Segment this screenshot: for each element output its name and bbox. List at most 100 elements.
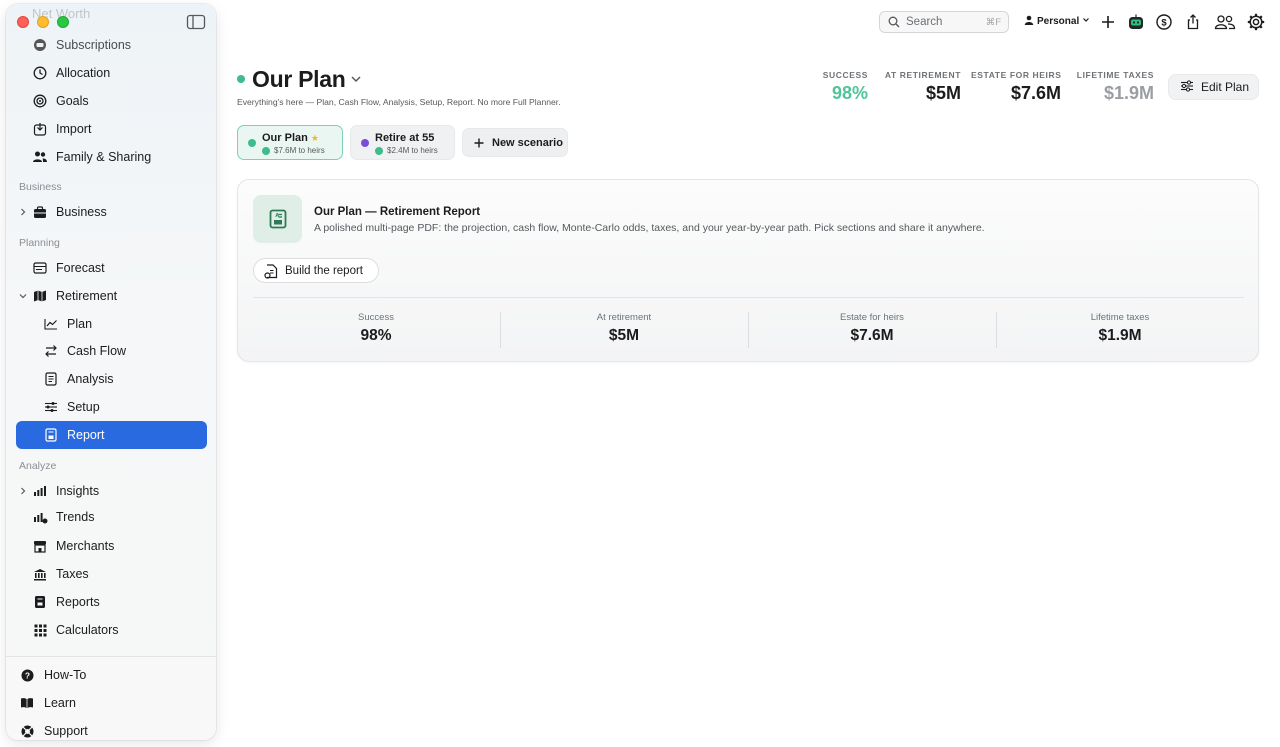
kpi-label: LIFETIME TAXES <box>1076 70 1154 80</box>
sidebar-item-trends[interactable]: Trends <box>16 503 207 531</box>
sidebar-item-label: Report <box>67 428 105 442</box>
kpi-at-retirement: AT RETIREMENT $5M <box>883 70 961 104</box>
chevron-down-icon[interactable] <box>18 291 28 301</box>
subscriptions-icon <box>32 37 48 53</box>
target-icon <box>32 93 48 109</box>
check-circle-icon <box>375 146 383 155</box>
star-icon: ★ <box>310 133 319 143</box>
sidebar-item-label: Reports <box>56 595 100 609</box>
sidebar-item-merchants[interactable]: Merchants <box>16 532 207 560</box>
forecast-icon <box>32 260 48 276</box>
sidebar-item-label: Cash Flow <box>67 344 127 358</box>
reports-icon <box>32 594 48 610</box>
footer-item-how-to[interactable]: ? How-To <box>20 663 86 687</box>
footer-item-label: How-To <box>44 668 87 682</box>
sidebar-footer: ? How-To Learn Support <box>6 656 216 740</box>
sliders-icon <box>1180 80 1194 94</box>
sidebar-item-label: Plan <box>67 317 93 331</box>
sidebar-item-cash-flow[interactable]: Cash Flow <box>16 337 207 365</box>
sidebar-item-goals[interactable]: Goals <box>16 87 207 115</box>
scenario-tab-retire-at-55[interactable]: Retire at 55 $2.4M to heirs <box>350 125 455 160</box>
scenario-meta-text: $7.6M to heirs <box>274 146 325 155</box>
report-description: A polished multi-page PDF: the projectio… <box>314 222 985 234</box>
sidebar-item-label: Merchants <box>56 539 115 553</box>
map-icon <box>32 288 48 304</box>
sliders-icon <box>43 399 59 415</box>
kpi-value: $1.9M <box>1103 83 1154 103</box>
arrows-swap-icon <box>43 343 59 359</box>
minimize-window-button[interactable] <box>37 16 49 28</box>
footer-item-learn[interactable]: Learn <box>20 691 76 715</box>
plan-status-dot <box>237 75 245 83</box>
stat-value: $7.6M <box>850 327 894 344</box>
gear-icon[interactable] <box>1247 13 1265 31</box>
currency-refresh-icon[interactable]: $ <box>1155 13 1173 31</box>
report-icon <box>43 427 59 443</box>
page-title[interactable]: Our Plan <box>252 66 346 93</box>
scenario-name-text: Our Plan <box>262 132 308 144</box>
profile-label: Personal <box>1037 16 1080 27</box>
assistant-robot-icon[interactable] <box>1127 13 1145 31</box>
book-icon <box>20 696 34 710</box>
new-scenario-label: New scenario <box>492 136 563 149</box>
stat-label: Success <box>358 312 394 323</box>
zoom-window-button[interactable] <box>57 16 69 28</box>
sidebar-item-label: Insights <box>56 484 100 498</box>
plus-icon <box>473 137 485 149</box>
sidebar-item-subscriptions[interactable]: Subscriptions <box>16 31 207 59</box>
stat-label: At retirement <box>596 312 652 323</box>
share-icon[interactable] <box>1184 13 1202 31</box>
sidebar-item-taxes[interactable]: Taxes <box>16 560 207 588</box>
sidebar-item-label: Trends <box>56 510 95 524</box>
briefcase-icon <box>32 204 48 220</box>
scenario-dot <box>248 139 256 147</box>
sidebar-item-family-sharing[interactable]: Family & Sharing <box>16 143 207 171</box>
add-icon[interactable] <box>1099 13 1117 31</box>
section-label-planning: Planning <box>19 237 60 249</box>
build-report-button[interactable]: Build the report <box>253 258 379 283</box>
sidebar-item-insights[interactable]: Insights <box>16 477 207 505</box>
line-chart-icon <box>43 316 59 332</box>
kpi-value: $5M <box>925 83 961 103</box>
family-people-icon[interactable] <box>1213 13 1237 31</box>
sidebar-toggle-icon[interactable] <box>186 14 206 30</box>
sidebar-item-label: Forecast <box>56 261 105 275</box>
sidebar-item-retirement[interactable]: Retirement <box>16 282 207 310</box>
sidebar-item-report[interactable]: Report <box>16 421 207 449</box>
sidebar-item-setup[interactable]: Setup <box>16 393 207 421</box>
sidebar-item-plan[interactable]: Plan <box>16 310 207 338</box>
chevron-right-icon[interactable] <box>18 207 28 217</box>
report-stat-estate-for-heirs: Estate for heirs $7.6M <box>748 312 996 345</box>
edit-plan-button[interactable]: Edit Plan <box>1168 74 1259 100</box>
sidebar-item-label: Goals <box>56 94 89 108</box>
stat-label: Lifetime taxes <box>1090 312 1150 323</box>
sidebar-item-calculators[interactable]: Calculators <box>16 616 207 644</box>
chevron-right-icon[interactable] <box>18 486 28 496</box>
sidebar-item-import[interactable]: Import <box>16 115 207 143</box>
people-icon <box>32 149 48 165</box>
search-input[interactable]: Search ⌘F <box>879 11 1009 33</box>
profile-switcher[interactable]: Personal <box>1024 15 1090 28</box>
sidebar-item-business[interactable]: Business <box>16 198 207 226</box>
stat-value: $5M <box>608 327 640 344</box>
person-icon <box>1024 15 1034 28</box>
lifebuoy-icon <box>20 724 34 738</box>
sidebar-item-analysis[interactable]: Analysis <box>16 365 207 393</box>
build-report-label: Build the report <box>285 264 363 277</box>
new-scenario-button[interactable]: New scenario <box>462 128 568 157</box>
sidebar-item-forecast[interactable]: Forecast <box>16 254 207 282</box>
scenario-meta: $2.4M to heirs <box>375 146 438 155</box>
sidebar-item-allocation[interactable]: Allocation <box>16 59 207 87</box>
scenario-tab-our-plan[interactable]: Our Plan ★ $7.6M to heirs <box>237 125 343 160</box>
bank-icon <box>32 566 48 582</box>
report-document-icon: A <box>253 195 302 243</box>
sidebar-item-reports[interactable]: Reports <box>16 588 207 616</box>
close-window-button[interactable] <box>17 16 29 28</box>
kpi-value: $7.6M <box>1010 83 1061 103</box>
chevron-down-icon <box>1082 16 1090 27</box>
footer-item-support[interactable]: Support <box>20 719 88 740</box>
svg-text:$: $ <box>1161 18 1167 29</box>
kpi-value: 98% <box>831 83 868 103</box>
chevron-down-icon[interactable] <box>349 72 363 86</box>
sidebar-item-label: Analysis <box>67 372 114 386</box>
